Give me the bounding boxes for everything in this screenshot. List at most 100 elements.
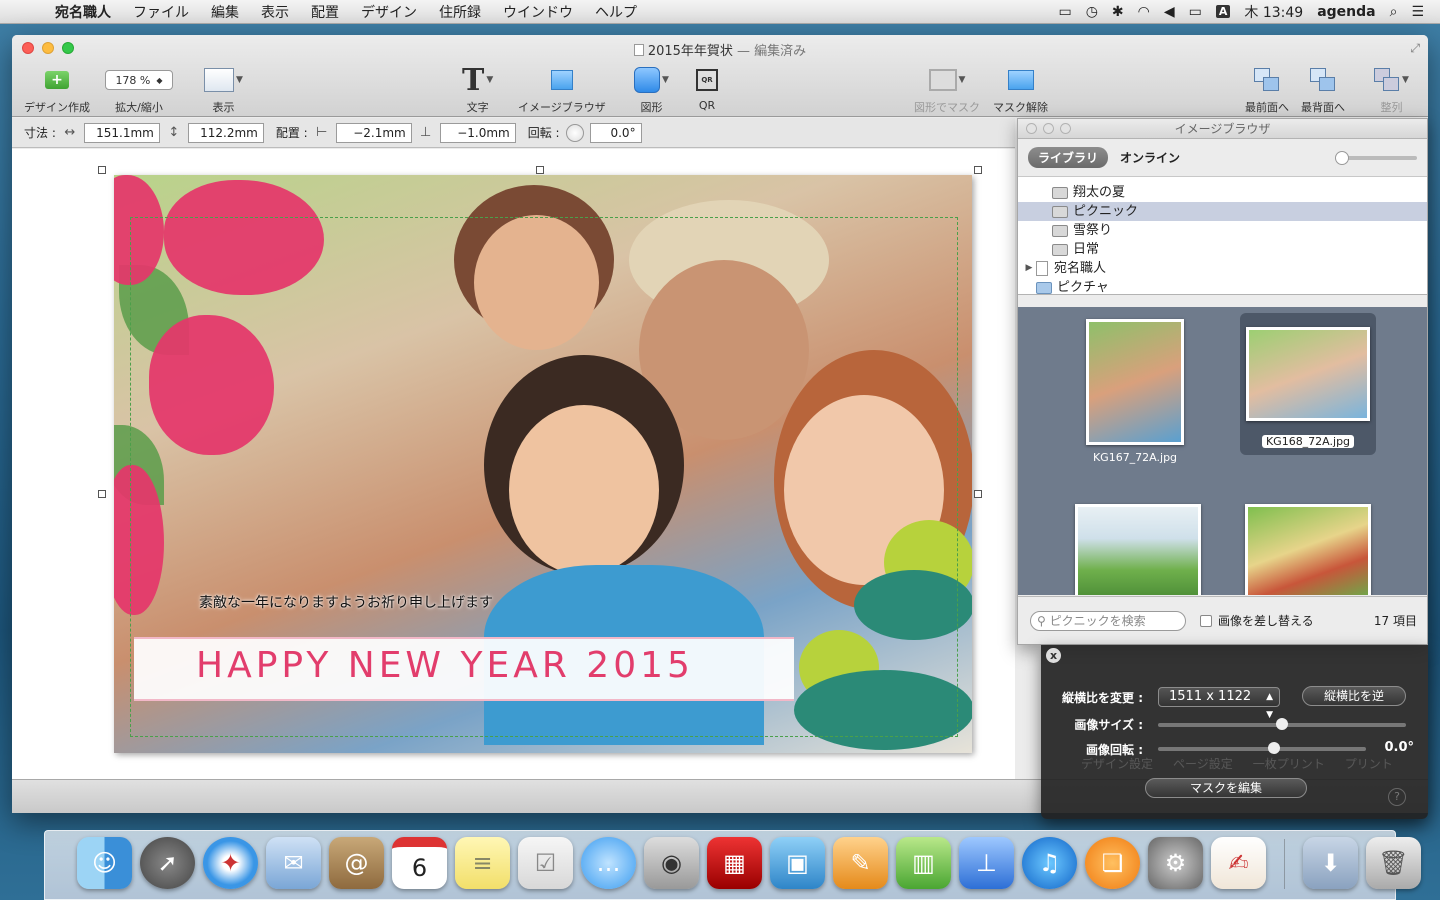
image-size-slider[interactable] (1158, 718, 1406, 730)
width-field[interactable]: 151.1mm (83, 122, 160, 143)
edit-mask-button[interactable]: マスクを編集 (1145, 778, 1307, 798)
aspect-ratio-select[interactable]: 1511 x 1122 ▲ ▼ (1158, 687, 1280, 720)
tree-item-shota-summer[interactable]: 翔太の夏 (1018, 183, 1427, 202)
text-button[interactable]: T ▼ 文字 (462, 63, 493, 115)
thumbnail-item[interactable]: KG167_72A.jpg (1080, 319, 1190, 464)
shape-button[interactable]: ▼ 図形 (634, 65, 669, 115)
fullscreen-icon[interactable]: ⤢ (1410, 41, 1420, 56)
thumbnail-item[interactable] (1244, 504, 1372, 595)
resize-handle[interactable] (974, 166, 982, 174)
view-button[interactable]: ▼ 表示 (204, 65, 243, 115)
design-canvas[interactable]: 素敵な一年になりますようお祈り申し上げます HAPPY NEW YEAR 201… (12, 149, 1015, 779)
create-design-button[interactable]: + デザイン作成 (24, 65, 90, 115)
bring-to-front-button[interactable]: 最前面へ (1245, 65, 1289, 115)
thumbnail-size-slider[interactable] (1335, 150, 1417, 165)
menu-address-book[interactable]: 住所録 (428, 2, 492, 22)
rotation-field[interactable]: 0.0° (589, 122, 642, 143)
bluetooth-icon[interactable]: ✱ (1112, 4, 1124, 20)
menu-file[interactable]: ファイル (122, 2, 200, 22)
greeting-text[interactable]: HAPPY NEW YEAR 2015 (196, 645, 694, 686)
zoom-select[interactable]: 178 % ◆ (105, 70, 173, 90)
calendar-icon[interactable]: 6 (392, 837, 447, 889)
spotlight-search-icon[interactable]: ⌕ (1390, 4, 1398, 20)
menubar-clock[interactable]: 木 13:49 (1244, 2, 1303, 22)
photo-booth-icon[interactable]: ▦ (707, 837, 762, 889)
input-source-indicator[interactable]: A (1215, 5, 1231, 18)
card-message[interactable]: 素敵な一年になりますようお祈り申し上げます (199, 592, 493, 612)
replace-image-checkbox[interactable]: 画像を差し替える (1200, 612, 1314, 629)
send-to-back-button[interactable]: 最背面へ (1301, 65, 1345, 115)
resize-handle[interactable] (536, 166, 544, 174)
ibooks-icon[interactable]: ❏ (1085, 837, 1140, 889)
airplay-icon[interactable]: ▭ (1058, 4, 1071, 20)
notes-icon[interactable]: ≡ (455, 837, 510, 889)
menu-arrange[interactable]: 配置 (300, 2, 350, 22)
slider-knob[interactable] (1276, 718, 1288, 730)
wifi-icon[interactable]: ◠ (1138, 4, 1150, 20)
finder-icon[interactable]: ☺ (77, 837, 132, 889)
time-machine-icon[interactable]: ◷ (1086, 4, 1098, 20)
keynote-icon[interactable]: ⊥ (959, 837, 1014, 889)
rotation-knob[interactable] (565, 123, 584, 142)
close-hud-button[interactable]: x (1046, 648, 1061, 663)
close-panel-button[interactable] (1026, 123, 1037, 134)
menu-app[interactable]: 宛名職人 (44, 2, 122, 22)
system-preferences-icon[interactable]: ⚙ (1148, 837, 1203, 889)
launchpad-icon[interactable]: ➚ (140, 837, 195, 889)
document-proxy-icon[interactable] (633, 44, 644, 56)
mask-release-button[interactable]: マスク解除 (993, 65, 1048, 115)
tree-item-snow-festival[interactable]: 雪祭り (1018, 221, 1427, 240)
slider-knob[interactable] (1335, 150, 1349, 165)
battery-icon[interactable]: ▭ (1189, 4, 1202, 20)
tab-library[interactable]: ライブラリ (1028, 147, 1109, 168)
disclosure-triangle-icon[interactable]: ▶ (1022, 259, 1036, 278)
resize-handle[interactable] (98, 490, 106, 498)
messages-icon[interactable]: … (581, 837, 636, 889)
trash-icon[interactable]: 🗑 (1366, 837, 1421, 889)
minimize-panel-button[interactable] (1043, 123, 1054, 134)
tree-item-picnic[interactable]: ピクニック (1018, 202, 1427, 221)
tree-item-daily[interactable]: 日常 (1018, 240, 1427, 259)
swap-aspect-button[interactable]: 縦横比を逆 (1302, 686, 1406, 706)
downloads-icon[interactable]: ⬇ (1303, 837, 1358, 889)
x-position-field[interactable]: −2.1mm (335, 122, 412, 143)
volume-icon[interactable]: ◀ (1164, 4, 1175, 20)
tree-item-atena-shokunin[interactable]: ▶ 宛名職人 (1018, 259, 1427, 278)
image-rotation-slider[interactable] (1158, 742, 1366, 754)
qr-button[interactable]: QR QR (696, 65, 718, 112)
notification-center-icon[interactable]: ☰ (1411, 4, 1424, 20)
reminders-icon[interactable]: ☑ (518, 837, 573, 889)
help-button[interactable]: ? (1388, 788, 1406, 806)
picnic-search-input[interactable]: ⚲ ピクニックを検索 (1030, 610, 1186, 631)
tree-item-pictures[interactable]: ピクチャ (1018, 278, 1427, 297)
tab-online[interactable]: オンライン (1120, 149, 1180, 166)
new-year-card[interactable]: 素敵な一年になりますようお祈り申し上げます HAPPY NEW YEAR 201… (114, 175, 972, 753)
contacts-icon[interactable]: @ (329, 837, 384, 889)
facetime-icon[interactable]: ◉ (644, 837, 699, 889)
mail-icon[interactable]: ✉ (266, 837, 321, 889)
resize-handle[interactable] (98, 166, 106, 174)
image-browser-button[interactable]: イメージブラウザ (518, 65, 606, 115)
menu-edit[interactable]: 編集 (200, 2, 250, 22)
itunes-icon[interactable]: ♫ (1022, 837, 1077, 889)
menu-help[interactable]: ヘルプ (584, 2, 648, 22)
thumbnail-item-selected[interactable]: KG168_72A.jpg (1240, 313, 1376, 455)
zoom-control[interactable]: 178 % ◆ 拡大/縮小 (105, 65, 173, 115)
pages-icon[interactable]: ✎ (833, 837, 888, 889)
slider-knob[interactable] (1268, 742, 1281, 754)
thumbnail-item[interactable] (1074, 504, 1202, 595)
menu-window[interactable]: ウインドウ (492, 2, 584, 22)
y-position-field[interactable]: −1.0mm (439, 122, 516, 143)
zoom-panel-button[interactable] (1060, 123, 1071, 134)
height-field[interactable]: 112.2mm (187, 122, 264, 143)
menubar-user[interactable]: agenda (1317, 4, 1375, 20)
atena-shokunin-icon[interactable]: ✍ (1211, 837, 1266, 889)
menu-view[interactable]: 表示 (250, 2, 300, 22)
numbers-icon[interactable]: ▥ (896, 837, 951, 889)
align-button[interactable]: ▼ 整列 (1374, 65, 1409, 115)
shape-mask-button[interactable]: ▼ 図形でマスク (914, 65, 980, 115)
safari-icon[interactable]: ✦ (203, 837, 258, 889)
iphoto-icon[interactable]: ▣ (770, 837, 825, 889)
menu-design[interactable]: デザイン (350, 2, 428, 22)
resize-handle[interactable] (974, 490, 982, 498)
